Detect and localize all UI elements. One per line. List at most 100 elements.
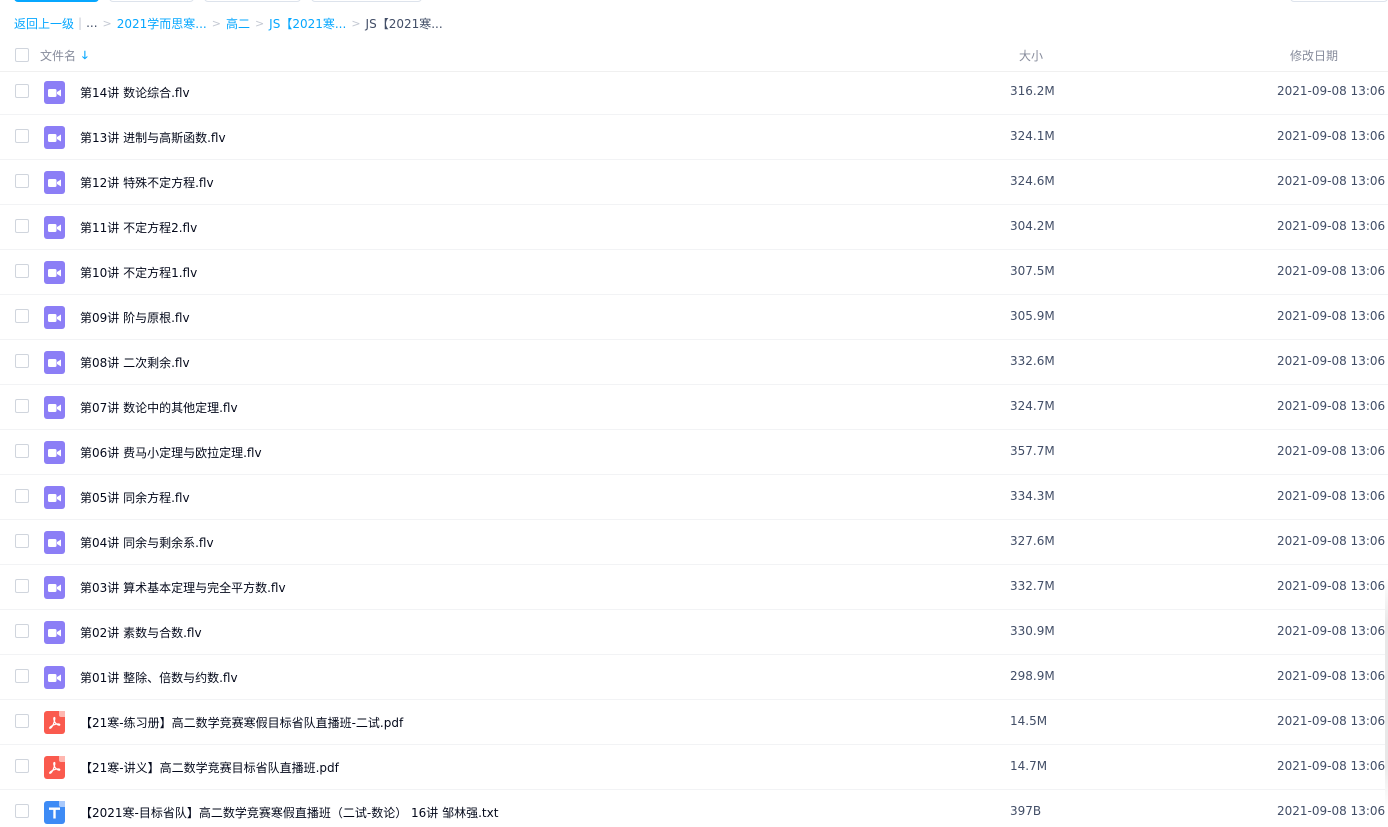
file-size: 324.1M (1010, 129, 1055, 143)
breadcrumb-item[interactable]: 高二 (226, 15, 250, 32)
video-file-icon[interactable] (44, 126, 65, 149)
file-modified-date: 2021-09-08 13:06 (1277, 579, 1386, 593)
row-checkbox[interactable] (15, 579, 29, 593)
file-row[interactable]: 第06讲 费马小定理与欧拉定理.flv 357.7M 2021-09-08 13:0… (0, 430, 1388, 475)
toolbar-button-right[interactable] (1290, 0, 1388, 2)
column-header-date[interactable]: 修改日期 (1290, 47, 1338, 64)
row-checkbox[interactable] (15, 534, 29, 548)
row-checkbox[interactable] (15, 624, 29, 638)
file-modified-date: 2021-09-08 13:06 (1277, 804, 1386, 818)
file-row[interactable]: 【21寒-练习册】高二数学竞赛寒假目标省队直播班-二试.pdf 14.5M 2021… (0, 700, 1388, 745)
file-row[interactable]: 第11讲 不定方程2.flv 304.2M 2021-09-08 13:06 (0, 205, 1388, 250)
row-checkbox[interactable] (15, 84, 29, 98)
video-file-icon[interactable] (44, 216, 65, 239)
file-modified-date: 2021-09-08 13:06 (1277, 174, 1386, 188)
video-file-icon[interactable] (44, 81, 65, 104)
file-name[interactable]: 第01讲 整除、倍数与约数.flv (80, 669, 238, 686)
file-name[interactable]: 第02讲 素数与合数.flv (80, 624, 202, 641)
pdf-file-icon[interactable] (44, 756, 65, 779)
file-row[interactable]: 【2021寒-目标省队】高二数学竞赛寒假直播班（二试-数论） 16讲 邹林强.t… (0, 790, 1388, 827)
row-checkbox[interactable] (15, 489, 29, 503)
upload-button[interactable] (14, 0, 99, 2)
toolbar-button-4[interactable] (311, 0, 422, 2)
file-name[interactable]: 第03讲 算术基本定理与完全平方数.flv (80, 579, 286, 596)
video-file-icon[interactable] (44, 666, 65, 689)
file-name[interactable]: 第07讲 数论中的其他定理.flv (80, 399, 238, 416)
file-row[interactable]: 第04讲 同余与剩余系.flv 327.6M 2021-09-08 13:06 (0, 520, 1388, 565)
select-all-checkbox[interactable] (15, 48, 29, 62)
toolbar-button-3[interactable] (204, 0, 301, 2)
chevron-right-icon: > (351, 16, 361, 30)
video-file-icon[interactable] (44, 486, 65, 509)
file-modified-date: 2021-09-08 13:06 (1277, 84, 1386, 98)
row-checkbox[interactable] (15, 129, 29, 143)
file-row[interactable]: 第07讲 数论中的其他定理.flv 324.7M 2021-09-08 13:06 (0, 385, 1388, 430)
pdf-file-icon[interactable] (44, 711, 65, 734)
file-name[interactable]: 【21寒-练习册】高二数学竞赛寒假目标省队直播班-二试.pdf (80, 714, 403, 731)
row-checkbox[interactable] (15, 714, 29, 728)
file-row[interactable]: 第03讲 算术基本定理与完全平方数.flv 332.7M 2021-09-08 13… (0, 565, 1388, 610)
new-folder-button[interactable] (109, 0, 194, 2)
file-size: 316.2M (1010, 84, 1055, 98)
row-checkbox[interactable] (15, 399, 29, 413)
file-modified-date: 2021-09-08 13:06 (1277, 309, 1386, 323)
arrow-down-icon[interactable]: 🡓 (82, 47, 88, 66)
breadcrumb-ellipsis[interactable]: ... (86, 16, 97, 30)
row-checkbox[interactable] (15, 669, 29, 683)
row-checkbox[interactable] (15, 219, 29, 233)
video-file-icon[interactable] (44, 171, 65, 194)
file-name[interactable]: 第04讲 同余与剩余系.flv (80, 534, 214, 551)
row-checkbox[interactable] (15, 264, 29, 278)
row-checkbox[interactable] (15, 804, 29, 818)
file-row[interactable]: 第14讲 数论综合.flv 316.2M 2021-09-08 13:06 (0, 70, 1388, 115)
back-link[interactable]: 返回上一级 (14, 15, 74, 32)
column-header-size[interactable]: 大小 (1019, 47, 1043, 64)
file-row[interactable]: 第12讲 特殊不定方程.flv 324.6M 2021-09-08 13:06 (0, 160, 1388, 205)
column-header-name[interactable]: 文件名 (40, 47, 76, 64)
chevron-right-icon: > (211, 16, 221, 30)
row-checkbox[interactable] (15, 174, 29, 188)
file-row[interactable]: 第08讲 二次剩余.flv 332.6M 2021-09-08 13:06 (0, 340, 1388, 385)
file-size: 332.6M (1010, 354, 1055, 368)
file-list-header: 文件名 🡓 大小 修改日期 (0, 40, 1388, 72)
file-name[interactable]: 第11讲 不定方程2.flv (80, 219, 197, 236)
file-name[interactable]: 第12讲 特殊不定方程.flv (80, 174, 214, 191)
video-file-icon[interactable] (44, 396, 65, 419)
file-name[interactable]: 第08讲 二次剩余.flv (80, 354, 190, 371)
file-name[interactable]: 第09讲 阶与原根.flv (80, 309, 190, 326)
file-name[interactable]: 【2021寒-目标省队】高二数学竞赛寒假直播班（二试-数论） 16讲 邹林强.t… (80, 804, 498, 821)
file-size: 327.6M (1010, 534, 1055, 548)
file-name[interactable]: 第13讲 进制与高斯函数.flv (80, 129, 226, 146)
txt-file-icon[interactable] (44, 801, 65, 824)
video-file-icon[interactable] (44, 531, 65, 554)
file-row[interactable]: 第01讲 整除、倍数与约数.flv 298.9M 2021-09-08 13:06 (0, 655, 1388, 700)
file-name[interactable]: 第06讲 费马小定理与欧拉定理.flv (80, 444, 262, 461)
file-name[interactable]: 【21寒-讲义】高二数学竞赛目标省队直播班.pdf (80, 759, 339, 776)
file-row[interactable]: 【21寒-讲义】高二数学竞赛目标省队直播班.pdf 14.7M 2021-09-08… (0, 745, 1388, 790)
video-file-icon[interactable] (44, 441, 65, 464)
video-file-icon[interactable] (44, 306, 65, 329)
row-checkbox[interactable] (15, 354, 29, 368)
file-row[interactable]: 第05讲 同余方程.flv 334.3M 2021-09-08 13:06 (0, 475, 1388, 520)
video-file-icon[interactable] (44, 621, 65, 644)
breadcrumb-item[interactable]: JS【2021寒... (269, 15, 346, 32)
file-modified-date: 2021-09-08 13:06 (1277, 624, 1386, 638)
file-modified-date: 2021-09-08 13:06 (1277, 714, 1386, 728)
row-checkbox[interactable] (15, 444, 29, 458)
file-row[interactable]: 第02讲 素数与合数.flv 330.9M 2021-09-08 13:06 (0, 610, 1388, 655)
file-name[interactable]: 第05讲 同余方程.flv (80, 489, 190, 506)
file-size: 14.7M (1010, 759, 1048, 773)
video-file-icon[interactable] (44, 261, 65, 284)
breadcrumb-item[interactable]: 2021学而思寒... (117, 15, 207, 32)
file-row[interactable]: 第13讲 进制与高斯函数.flv 324.1M 2021-09-08 13:06 (0, 115, 1388, 160)
row-checkbox[interactable] (15, 759, 29, 773)
file-size: 307.5M (1010, 264, 1055, 278)
file-name[interactable]: 第10讲 不定方程1.flv (80, 264, 197, 281)
video-file-icon[interactable] (44, 576, 65, 599)
file-row[interactable]: 第10讲 不定方程1.flv 307.5M 2021-09-08 13:06 (0, 250, 1388, 295)
top-toolbar-buttons (0, 0, 1388, 4)
file-name[interactable]: 第14讲 数论综合.flv (80, 84, 190, 101)
video-file-icon[interactable] (44, 351, 65, 374)
row-checkbox[interactable] (15, 309, 29, 323)
file-row[interactable]: 第09讲 阶与原根.flv 305.9M 2021-09-08 13:06 (0, 295, 1388, 340)
